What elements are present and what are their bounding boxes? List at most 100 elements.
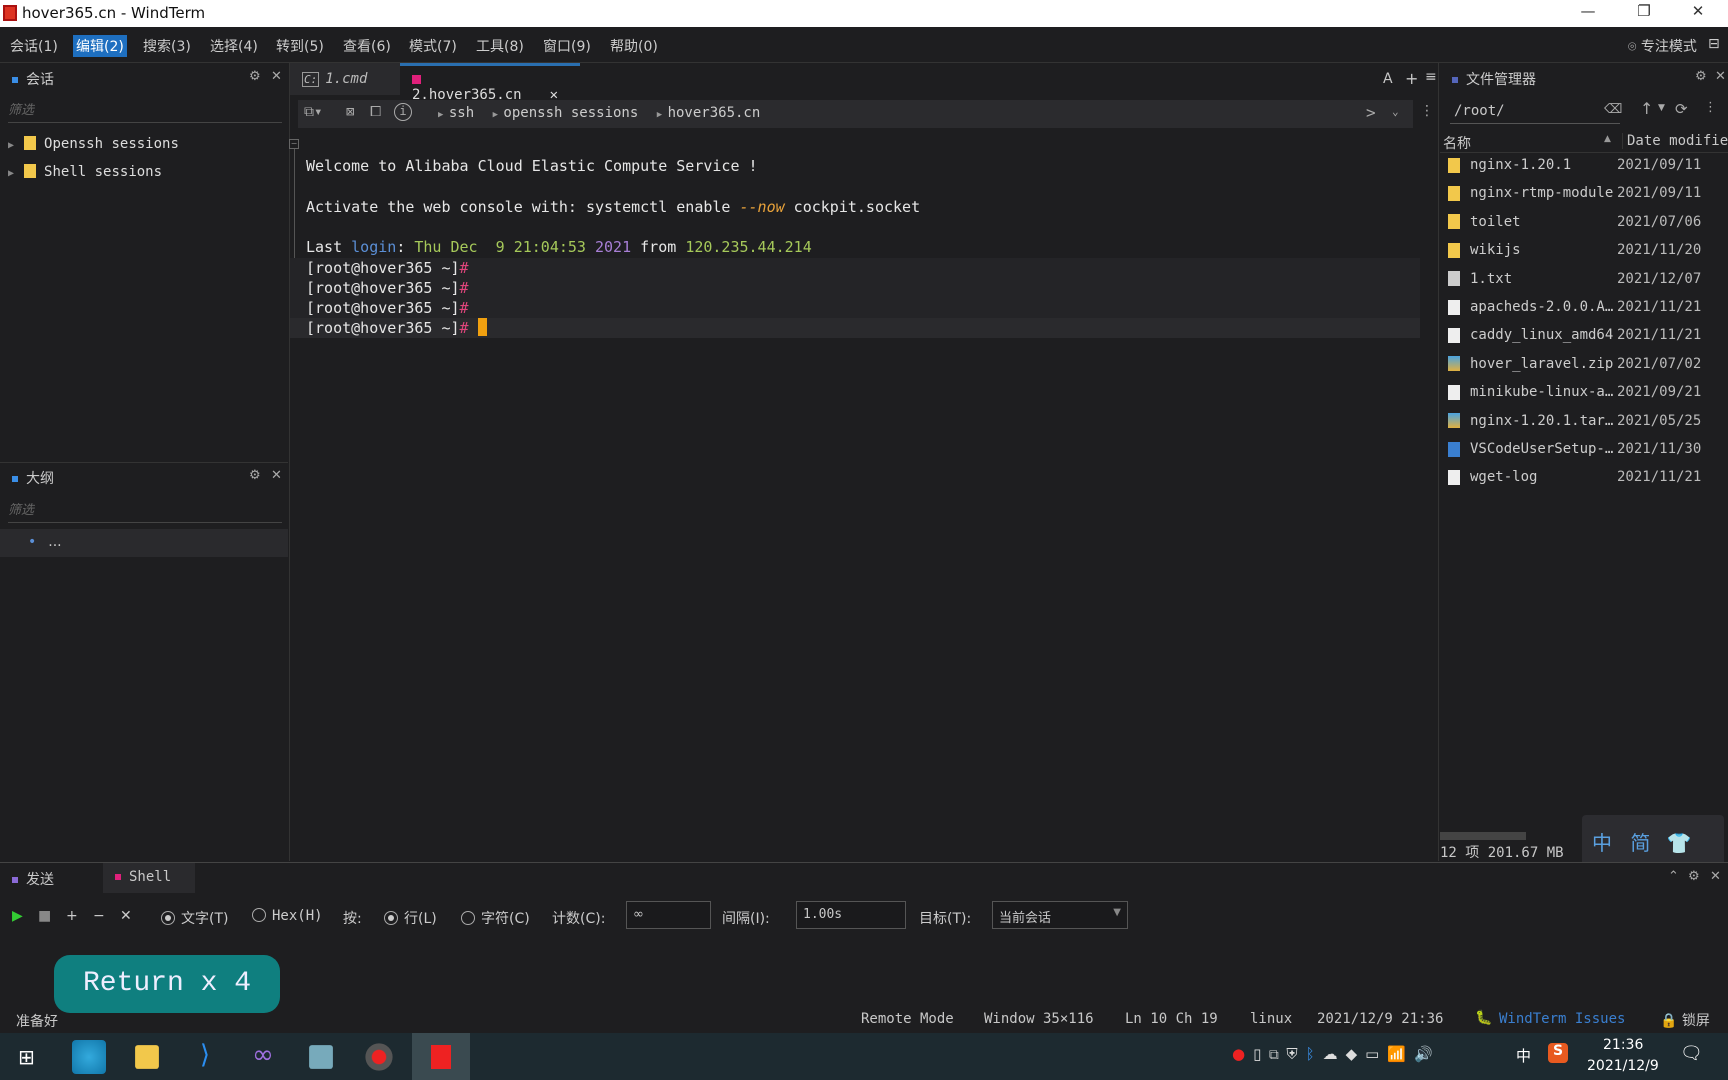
count-stepper[interactable]: ∞ xyxy=(626,901,711,929)
visual-studio-icon[interactable]: ∞ xyxy=(246,1040,280,1074)
app-icon[interactable] xyxy=(309,1045,333,1069)
tree-item-openssh[interactable]: ▶ Openssh sessions xyxy=(8,136,179,152)
remove-icon[interactable]: − xyxy=(93,908,105,924)
file-row[interactable]: wget-log 2021/11/21 xyxy=(1448,469,1728,495)
system-tray-icons[interactable]: ●▯⧉⛨ᛒ☁◆▭📶🔊 xyxy=(1232,1045,1441,1063)
clock-date[interactable]: 2021/12/9 xyxy=(1587,1058,1659,1074)
clear-icon[interactable]: ✕ xyxy=(120,908,132,924)
file-row[interactable]: VSCodeUserSetup-… 2021/11/30 xyxy=(1448,441,1728,467)
windows-start-icon[interactable]: ⊞ xyxy=(18,1045,35,1069)
more-icon[interactable]: ⋮ xyxy=(1420,103,1434,119)
menu-session[interactable]: 会话(1) xyxy=(7,35,61,57)
sogou-icon[interactable]: S xyxy=(1548,1043,1568,1063)
menu-view[interactable]: 查看(6) xyxy=(340,35,394,57)
lock-screen-button[interactable]: 🔒 锁屏 xyxy=(1660,1010,1710,1030)
file-row[interactable]: 1.txt 2021/12/07 xyxy=(1448,271,1728,297)
clear-icon[interactable]: ⌫ xyxy=(1604,102,1622,117)
play-icon[interactable]: ▶ xyxy=(12,908,23,924)
tree-item-shell[interactable]: ▶ Shell sessions xyxy=(8,164,162,180)
close-icon[interactable]: ✕ xyxy=(271,69,282,84)
ime-indicator[interactable]: 中 xyxy=(1516,1045,1531,1066)
tab-cmd[interactable]: C: 1.cmd xyxy=(290,63,400,95)
file-row[interactable]: nginx-1.20.1 2021/09/11 xyxy=(1448,157,1728,183)
hex-radio[interactable]: Hex(H) xyxy=(252,908,323,924)
close-session-icon[interactable]: ⊠ xyxy=(346,104,354,120)
skin-icon[interactable]: 👕 xyxy=(1667,831,1692,855)
status-window[interactable]: Window 35×116 xyxy=(984,1011,1094,1027)
restore-button[interactable]: ❐ xyxy=(1624,2,1664,20)
tab-send[interactable]: 发送 xyxy=(12,869,54,889)
gear-icon[interactable]: ⚙ xyxy=(249,69,261,84)
gear-icon[interactable]: ⚙ xyxy=(1688,869,1700,884)
status-mode[interactable]: Remote Mode xyxy=(861,1011,954,1027)
sessions-filter-input[interactable]: 筛选 xyxy=(8,99,282,123)
collapse-icon[interactable]: ⌃ xyxy=(1668,869,1679,884)
new-session-icon[interactable]: ⧉▾ xyxy=(304,104,322,120)
font-button[interactable]: A xyxy=(1383,71,1393,87)
windterm-issues-link[interactable]: WindTerm Issues xyxy=(1499,1011,1625,1027)
close-icon[interactable]: ✕ xyxy=(271,468,282,483)
vscode-icon[interactable]: ⟩ xyxy=(188,1040,222,1074)
tab-shell[interactable]: Shell xyxy=(103,863,195,893)
info-icon[interactable]: i xyxy=(394,103,412,121)
clock-time[interactable]: 21:36 xyxy=(1603,1037,1643,1053)
menu-mode[interactable]: 模式(7) xyxy=(406,35,460,57)
new-tab-button[interactable]: + xyxy=(1405,69,1418,88)
edge-icon[interactable] xyxy=(72,1040,106,1074)
windterm-taskbar-button[interactable] xyxy=(412,1033,470,1080)
menu-search[interactable]: 搜索(3) xyxy=(140,35,194,57)
file-row[interactable]: hover_laravel.zip 2021/07/02 xyxy=(1448,356,1728,382)
prompt-line[interactable]: [root@hover365 ~]# xyxy=(306,318,487,338)
fold-icon[interactable]: − xyxy=(289,139,299,149)
breadcrumb-openssh[interactable]: openssh sessions xyxy=(503,105,638,121)
column-date[interactable]: Date modifie xyxy=(1622,133,1728,149)
menu-window[interactable]: 窗口(9) xyxy=(540,35,594,57)
interval-stepper[interactable]: 1.00s xyxy=(796,901,906,929)
horizontal-scrollbar[interactable] xyxy=(1440,832,1526,840)
line-radio[interactable]: 行(L) xyxy=(384,908,437,928)
file-row[interactable]: minikube-linux-a… 2021/09/21 xyxy=(1448,384,1728,410)
menu-goto[interactable]: 转到(5) xyxy=(273,35,327,57)
file-row[interactable]: toilet 2021/07/06 xyxy=(1448,214,1728,240)
close-icon[interactable]: ✕ xyxy=(1710,869,1721,884)
breadcrumb-host[interactable]: hover365.cn xyxy=(668,105,761,121)
tab-hover365[interactable]: 2.hover365.cn ✕ xyxy=(400,63,580,103)
refresh-icon[interactable]: ⟳ xyxy=(1675,100,1688,118)
file-row[interactable]: nginx-1.20.1.tar… 2021/05/25 xyxy=(1448,413,1728,439)
menu-select[interactable]: 选择(4) xyxy=(207,35,261,57)
focus-mode-button[interactable]: ⌾ 专注模式 xyxy=(1625,35,1700,57)
ime-lang-button[interactable]: 中 xyxy=(1592,831,1612,855)
breadcrumb-ssh[interactable]: ssh xyxy=(449,105,474,121)
menu-tools[interactable]: 工具(8) xyxy=(473,35,527,57)
menu-help[interactable]: 帮助(0) xyxy=(607,35,661,57)
gear-icon[interactable]: ⚙ xyxy=(1695,69,1707,84)
file-row[interactable]: apacheds-2.0.0.A… 2021/11/21 xyxy=(1448,299,1728,325)
status-os[interactable]: linux xyxy=(1250,1011,1292,1027)
up-arrow-icon[interactable]: ↑ xyxy=(1640,99,1653,118)
status-position[interactable]: Ln 10 Ch 19 xyxy=(1125,1011,1218,1027)
outline-filter-input[interactable]: 筛选 xyxy=(8,499,282,523)
outline-item[interactable]: •... xyxy=(0,529,288,557)
close-button[interactable]: ✕ xyxy=(1678,2,1718,20)
layout-icon[interactable]: ⊟ xyxy=(1705,35,1723,53)
duplicate-session-icon[interactable]: ⧠ xyxy=(370,104,381,120)
notification-icon[interactable]: 🗨 xyxy=(1680,1043,1703,1064)
more-icon[interactable]: ⋮ xyxy=(1704,100,1717,115)
file-row[interactable]: caddy_linux_amd64 2021/11/21 xyxy=(1448,327,1728,353)
gear-icon[interactable]: ⚙ xyxy=(249,468,261,483)
column-name[interactable]: 名称 xyxy=(1443,133,1471,153)
stop-icon[interactable]: ■ xyxy=(38,908,51,924)
text-radio[interactable]: 文字(T) xyxy=(161,908,228,928)
dropdown-icon[interactable]: ▼ xyxy=(1658,103,1665,113)
recorder-icon[interactable] xyxy=(365,1043,393,1071)
target-select[interactable]: 当前会话 ▼ xyxy=(992,901,1128,929)
char-radio[interactable]: 字符(C) xyxy=(461,908,530,928)
add-icon[interactable]: + xyxy=(66,908,78,924)
file-row[interactable]: nginx-rtmp-module 2021/09/11 xyxy=(1448,185,1728,211)
close-icon[interactable]: ✕ xyxy=(1715,69,1726,84)
ime-mode-button[interactable]: 简 xyxy=(1630,831,1650,855)
file-explorer-icon[interactable] xyxy=(135,1045,159,1069)
path-input[interactable]: /root/ xyxy=(1450,100,1620,124)
chevron-down-icon[interactable]: ⌄ xyxy=(1392,105,1399,118)
chevron-right-icon[interactable]: > xyxy=(1366,103,1376,122)
